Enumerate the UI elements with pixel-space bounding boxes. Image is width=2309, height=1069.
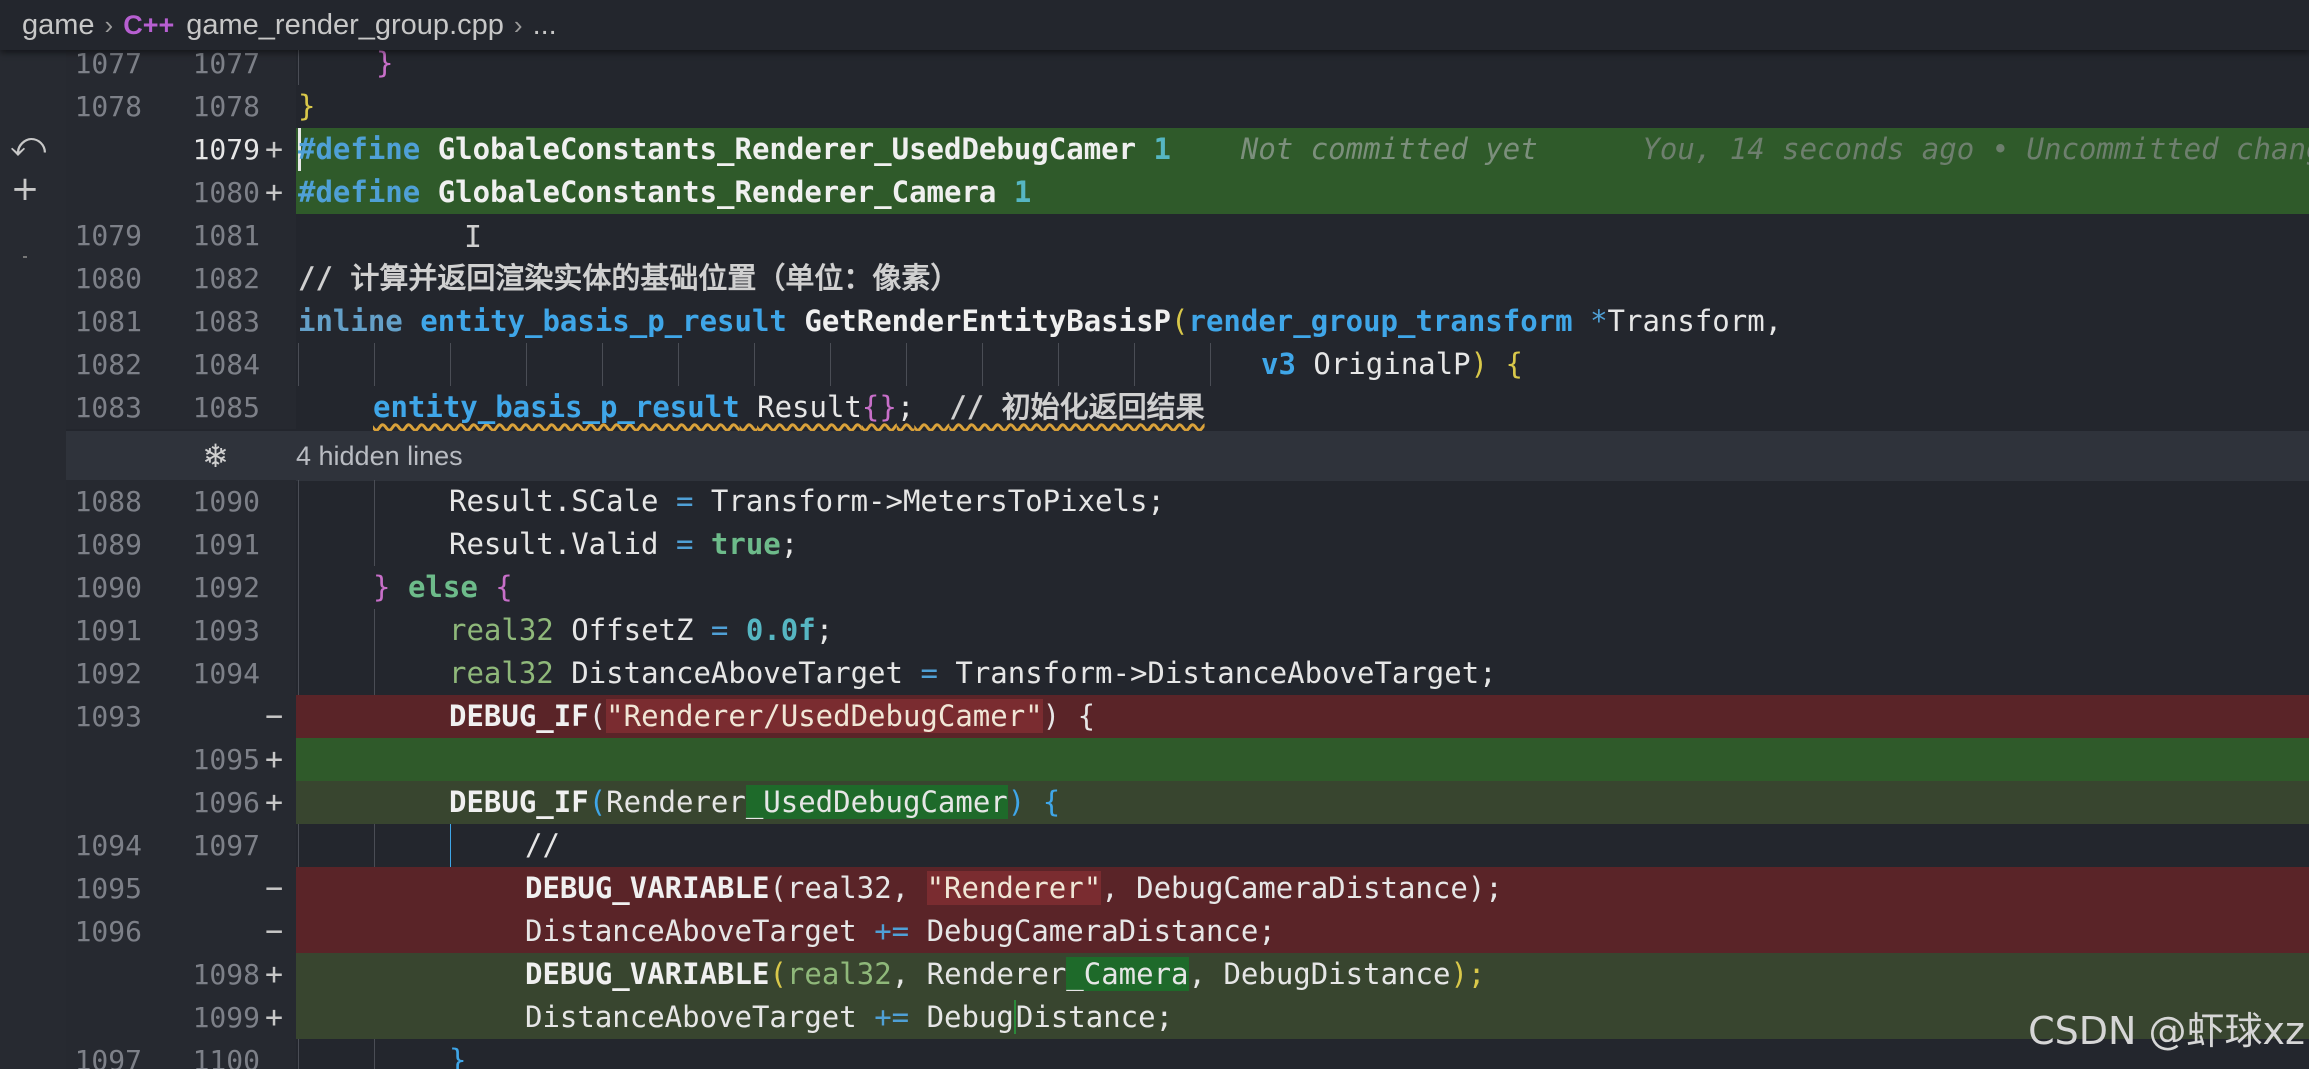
diff-action-strip: ⤺ + [0,50,66,1069]
new-line-number: 1080 [192,176,260,209]
code-line[interactable]: 1089 1091 Result.Valid = true; [66,523,2309,566]
removed-line[interactable]: 1096 − DistanceAboveTarget += DebugCamer… [66,910,2309,953]
code-line[interactable]: 1088 1090 Result.SCale = Transform->Mete… [66,480,2309,523]
code-line[interactable]: 1090 1092 } else { [66,566,2309,609]
hidden-lines-fold[interactable]: ❄ 4 hidden lines [66,431,2309,481]
code-line[interactable]: 1097 1100 } [66,1039,2309,1069]
new-line-number: 1077 [192,50,260,80]
code-line[interactable]: 1083 1085 entity_basis_p_result Result{}… [66,386,2309,429]
new-line-number: 1079 [192,133,260,166]
added-marker: + [264,785,284,820]
hidden-lines-label[interactable]: 4 hidden lines [296,431,463,481]
code-line[interactable]: 1091 1093 real32 OffsetZ = 0.0f; [66,609,2309,652]
removed-line[interactable]: 1095 − DEBUG_VARIABLE(real32, "Renderer"… [66,867,2309,910]
code-comment: // 计算并返回渲染实体的基础位置（单位：像素） [298,261,960,295]
removed-line[interactable]: 1093 − DEBUG_IF("Renderer/UsedDebugCamer… [66,695,2309,738]
code-line[interactable]: 1092 1094 real32 DistanceAboveTarget = T… [66,652,2309,695]
added-marker: + [264,132,284,167]
added-marker: + [264,742,284,777]
added-line[interactable]: 1099 + DistanceAboveTarget += DebugDista… [66,996,2309,1039]
code-line[interactable]: 1094 1097 // [66,824,2309,867]
unfold-snowflake-icon[interactable]: ❄ [202,431,229,481]
code-line[interactable]: 1078 1078 } [66,85,2309,128]
code-line[interactable]: 1080 1082 // 计算并返回渲染实体的基础位置（单位：像素） [66,257,2309,300]
ibeam-cursor-icon: I [464,220,483,255]
git-blame-annotation: Not committed yet [1240,132,1538,166]
breadcrumb-folder[interactable]: game [22,9,95,42]
watermark: CSDN @虾球xz [2028,1009,2305,1053]
undo-arrow-icon[interactable]: ⤺ [10,128,46,162]
old-line-number: 1078 [74,90,142,123]
added-marker: + [264,957,284,992]
editor-window: game › C++ game_render_group.cpp › ... ⤺… [0,0,2309,1069]
code-editor[interactable]: 1077 1077 } 1078 1078 } 1079 + #define G… [66,50,2309,1069]
breadcrumb-more[interactable]: ... [533,9,557,42]
new-line-number: 1078 [192,90,260,123]
chevron-right-icon: › [513,9,523,40]
added-line[interactable]: 1080 + #define GlobaleConstants_Renderer… [66,171,2309,214]
added-marker: + [264,1000,284,1035]
added-line[interactable]: 1098 + DEBUG_VARIABLE(real32, Renderer_C… [66,953,2309,996]
added-line[interactable]: 1079 + #define GlobaleConstants_Renderer… [66,128,2309,171]
added-marker: + [264,175,284,210]
code-line[interactable]: 1079 1081 I [66,214,2309,257]
removed-marker: − [264,914,284,949]
added-line[interactable]: 1096 + DEBUG_IF(Renderer_UsedDebugCamer)… [66,781,2309,824]
breadcrumb-file[interactable]: game_render_group.cpp [186,9,504,42]
plus-icon[interactable]: + [10,172,40,206]
code-line[interactable]: 1077 1077 } [66,50,2309,85]
added-line[interactable]: 1095 + [66,738,2309,781]
breadcrumb: game › C++ game_render_group.cpp › ... [0,0,2309,50]
git-blame-detail: You, 14 seconds ago • Uncommitted change… [1642,132,2309,166]
divider [23,256,27,258]
code-line[interactable]: 1082 1084 v3 OriginalP) { [66,343,2309,386]
removed-marker: − [264,871,284,906]
code-line[interactable]: 1081 1083 inline entity_basis_p_result G… [66,300,2309,343]
old-line-number: 1077 [74,50,142,80]
cpp-file-icon: C++ [123,9,175,40]
removed-marker: − [264,699,284,734]
chevron-right-icon: › [104,9,114,40]
